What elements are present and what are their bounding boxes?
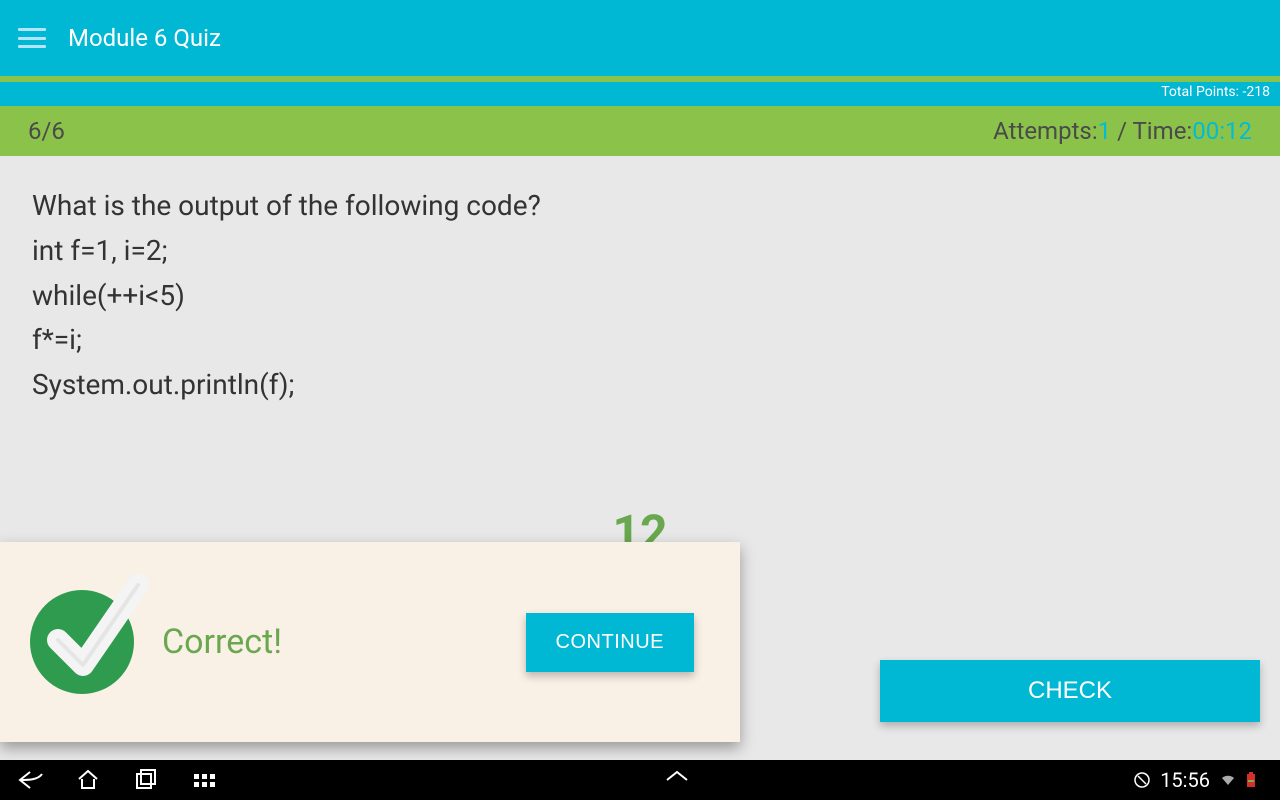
home-icon[interactable] bbox=[76, 768, 100, 792]
app-title: Module 6 Quiz bbox=[68, 24, 221, 52]
feedback-text: Correct! bbox=[162, 622, 498, 662]
total-points-label: Total Points: -218 bbox=[0, 82, 1280, 106]
menu-icon[interactable] bbox=[18, 28, 46, 48]
time-value: 00:12 bbox=[1192, 117, 1252, 145]
feedback-toast: Correct! CONTINUE bbox=[0, 542, 740, 742]
recent-apps-icon[interactable] bbox=[134, 768, 158, 792]
app-bar: Module 6 Quiz bbox=[0, 0, 1280, 76]
expand-up-icon[interactable] bbox=[663, 768, 687, 792]
attempts-value: 1 bbox=[1098, 117, 1112, 145]
attempts-time: Attempts:1 / Time:00:12 bbox=[993, 117, 1252, 145]
android-nav-bar: 15:56 bbox=[0, 760, 1280, 800]
no-sim-icon bbox=[1134, 772, 1150, 788]
wifi-icon bbox=[1220, 772, 1236, 788]
question-text: What is the output of the following code… bbox=[32, 184, 1248, 408]
content-area: What is the output of the following code… bbox=[0, 156, 1280, 760]
clock-time: 15:56 bbox=[1160, 768, 1210, 792]
status-bar: 6/6 Attempts:1 / Time:00:12 bbox=[0, 106, 1280, 156]
attempts-label: Attempts: bbox=[993, 117, 1097, 145]
battery-icon bbox=[1246, 772, 1262, 788]
apps-grid-icon[interactable] bbox=[192, 768, 216, 792]
time-label: Time: bbox=[1132, 117, 1192, 145]
check-button[interactable]: CHECK bbox=[880, 660, 1260, 722]
progress-counter: 6/6 bbox=[28, 117, 65, 145]
checkmark-icon bbox=[30, 590, 134, 694]
separator: / bbox=[1111, 117, 1132, 145]
continue-button[interactable]: CONTINUE bbox=[526, 613, 694, 672]
back-icon[interactable] bbox=[18, 768, 42, 792]
